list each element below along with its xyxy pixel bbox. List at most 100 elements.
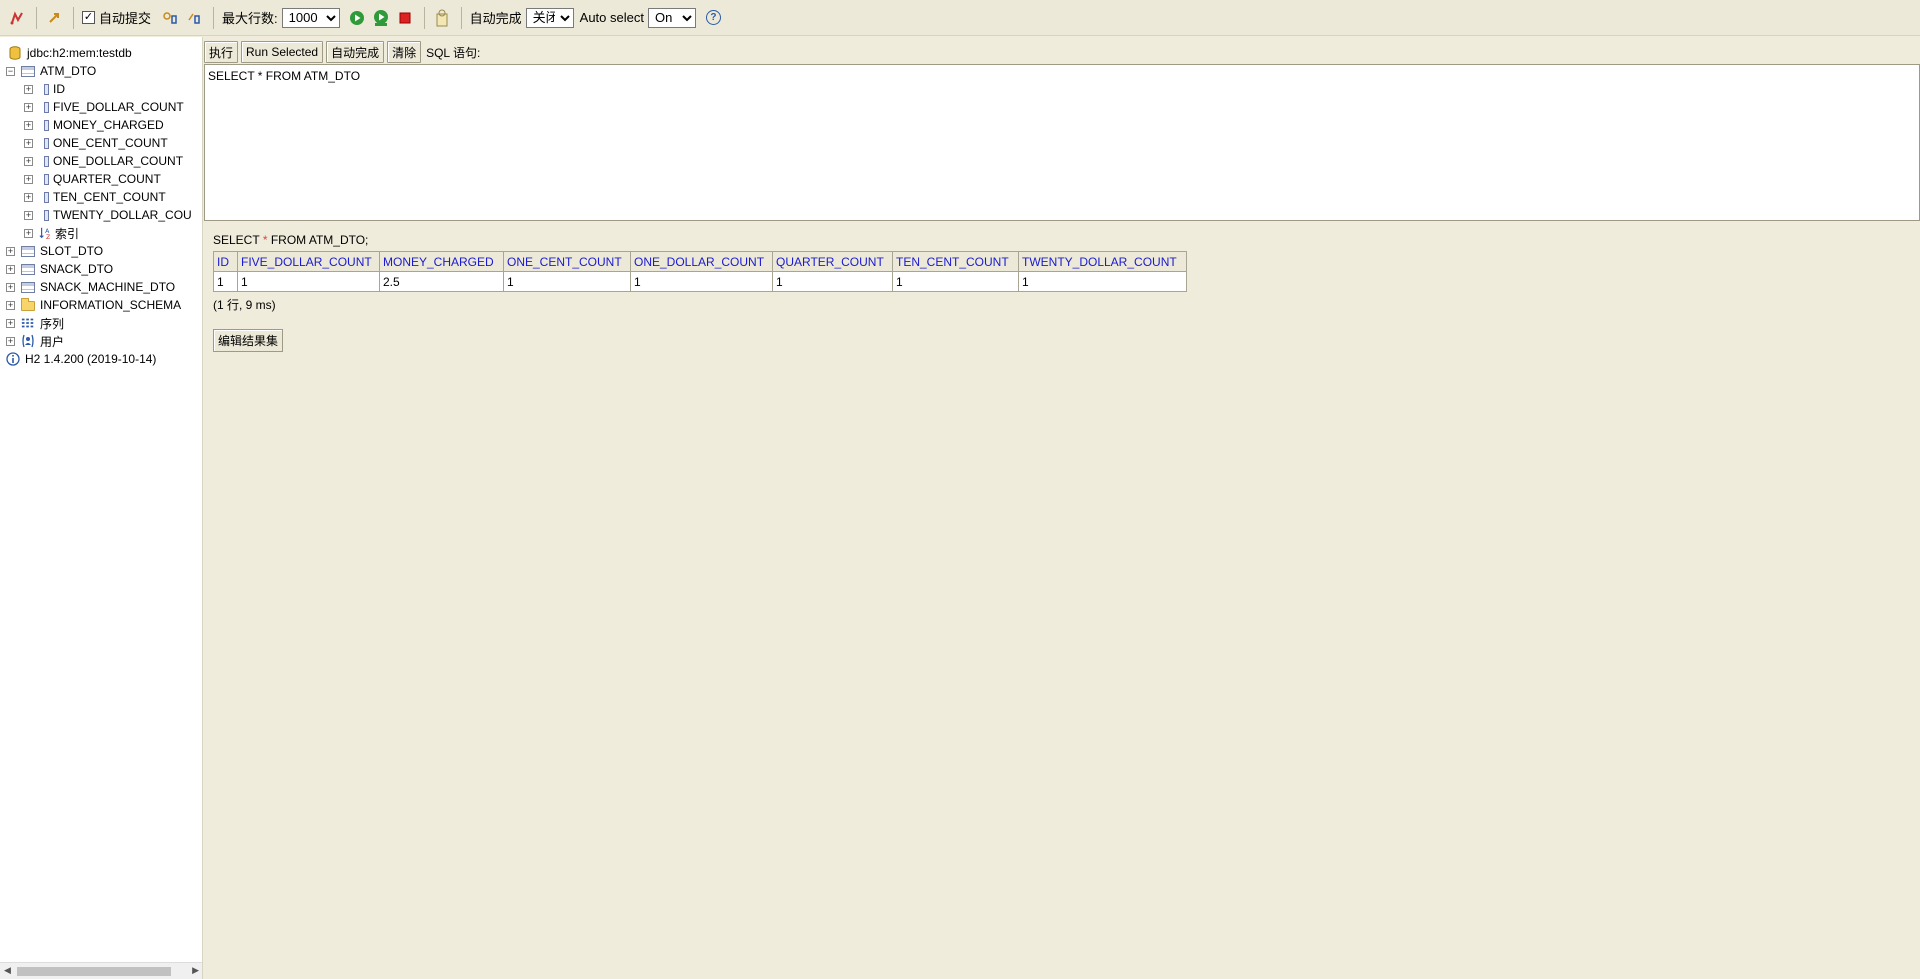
scroll-left-icon[interactable]: ◀ <box>4 965 11 976</box>
tree-indexes[interactable]: + AZ 索引 <box>24 224 79 242</box>
column-label: TWENTY_DOLLAR_COU <box>53 208 192 222</box>
tree-users[interactable]: + 用户 <box>6 332 64 350</box>
table-row: 1 1 2.5 1 1 1 1 1 <box>213 271 1187 292</box>
sql-star: * <box>262 233 268 247</box>
run-selected-icon[interactable] <box>372 9 390 27</box>
result-column-header[interactable]: TWENTY_DOLLAR_COUNT <box>1018 251 1187 272</box>
clear-button[interactable]: 清除 <box>387 41 422 63</box>
tree-information-schema[interactable]: + INFORMATION_SCHEMA <box>6 296 181 314</box>
column-icon <box>44 137 49 149</box>
result-cell: 1 <box>630 271 773 292</box>
schema-label: INFORMATION_SCHEMA <box>40 298 182 312</box>
stop-icon[interactable] <box>396 9 414 27</box>
expand-icon[interactable]: + <box>6 282 15 292</box>
refresh-icon[interactable] <box>45 9 63 27</box>
result-column-header[interactable]: TEN_CENT_COUNT <box>892 251 1019 272</box>
expand-icon[interactable]: + <box>24 210 33 220</box>
history-icon[interactable] <box>433 9 451 27</box>
toolbar-divider <box>460 6 462 29</box>
autocommit-toggle[interactable]: ✓ 自动提交 <box>82 8 155 27</box>
users-icon <box>21 334 35 348</box>
info-icon <box>6 352 20 366</box>
expand-icon[interactable]: + <box>24 192 33 202</box>
tree-table-slot-dto[interactable]: + SLOT_DTO <box>6 242 103 260</box>
tree-column-id[interactable]: + ID <box>24 80 65 98</box>
autocomplete-button[interactable]: 自动完成 <box>326 41 385 63</box>
toolbar-divider <box>73 6 74 29</box>
column-icon <box>44 209 49 221</box>
commit-icon[interactable] <box>185 9 203 27</box>
tree-column-one-dollar-count[interactable]: + ONE_DOLLAR_COUNT <box>24 152 183 170</box>
autocommit-checkbox[interactable]: ✓ <box>82 11 95 24</box>
tree-column-money-charged[interactable]: + MONEY_CHARGED <box>24 116 164 134</box>
sql-statement-label: SQL 语句: <box>426 45 481 60</box>
max-rows-select[interactable]: 1000 <box>281 7 340 28</box>
scroll-right-icon[interactable]: ▶ <box>192 965 199 976</box>
indexes-label: 索引 <box>55 226 80 241</box>
tree-column-quarter-count[interactable]: + QUARTER_COUNT <box>24 170 161 188</box>
column-label: FIVE_DOLLAR_COUNT <box>53 100 184 114</box>
expand-icon[interactable]: + <box>24 138 33 148</box>
result-column-header[interactable]: FIVE_DOLLAR_COUNT <box>237 251 380 272</box>
expand-icon[interactable]: + <box>6 264 15 274</box>
sequence-icon <box>21 316 35 330</box>
tree-table-atm-dto[interactable]: − ATM_DTO <box>6 62 96 80</box>
column-icon <box>44 155 49 167</box>
table-label: SNACK_DTO <box>40 262 114 276</box>
svg-text:Z: Z <box>46 234 50 241</box>
sidebar-horizontal-scrollbar[interactable]: ◀ ▶ <box>0 962 202 979</box>
tree-table-snack-machine-dto[interactable]: + SNACK_MACHINE_DTO <box>6 278 175 296</box>
column-label: ONE_DOLLAR_COUNT <box>53 154 184 168</box>
query-toolbar: 执行 Run Selected 自动完成 清除 SQL 语句: <box>204 40 480 64</box>
autocommit-label: 自动提交 <box>99 11 152 26</box>
result-header-row: ID FIVE_DOLLAR_COUNT MONEY_CHARGED ONE_C… <box>213 251 1187 272</box>
index-icon: AZ <box>39 226 53 241</box>
expand-icon[interactable]: + <box>24 228 33 238</box>
run-selected-button[interactable]: Run Selected <box>241 41 324 63</box>
table-label: ATM_DTO <box>40 64 97 78</box>
expand-icon[interactable]: + <box>24 102 33 112</box>
table-icon <box>21 280 35 294</box>
table-icon <box>21 244 35 258</box>
tree-column-ten-cent-count[interactable]: + TEN_CENT_COUNT <box>24 188 166 206</box>
expand-icon[interactable]: + <box>6 300 15 310</box>
table-label: SNACK_MACHINE_DTO <box>40 280 176 294</box>
expand-icon[interactable]: + <box>24 84 33 94</box>
folder-icon <box>21 298 35 312</box>
result-column-header[interactable]: ID <box>213 251 238 272</box>
toolbar-divider <box>213 6 215 29</box>
expand-icon[interactable]: + <box>6 246 15 256</box>
expand-icon[interactable]: + <box>6 336 15 346</box>
disconnect-icon[interactable] <box>8 9 26 27</box>
expand-icon[interactable]: + <box>24 156 33 166</box>
help-icon[interactable]: ? <box>705 10 721 25</box>
expand-icon[interactable]: + <box>24 120 33 130</box>
edit-result-set-button[interactable]: 编辑结果集 <box>213 329 284 352</box>
sql-from: FROM ATM_DTO; <box>270 233 369 247</box>
tree-connection[interactable]: jdbc:h2:mem:testdb <box>8 44 132 62</box>
table-icon <box>21 64 35 78</box>
column-label: ONE_CENT_COUNT <box>53 136 168 150</box>
sql-editor[interactable]: SELECT * FROM ATM_DTO <box>204 64 1920 221</box>
tree-column-twenty-dollar-count[interactable]: + TWENTY_DOLLAR_COU <box>24 206 192 224</box>
tree-column-five-dollar-count[interactable]: + FIVE_DOLLAR_COUNT <box>24 98 184 116</box>
auto-select-select[interactable]: On <box>647 7 696 28</box>
result-column-header[interactable]: QUARTER_COUNT <box>772 251 893 272</box>
tree-table-snack-dto[interactable]: + SNACK_DTO <box>6 260 113 278</box>
result-cell: 1 <box>213 271 238 292</box>
run-icon[interactable] <box>348 9 366 27</box>
rollback-icon[interactable] <box>161 9 179 27</box>
result-column-header[interactable]: ONE_CENT_COUNT <box>503 251 631 272</box>
scrollbar-thumb[interactable] <box>17 967 171 976</box>
result-column-header[interactable]: ONE_DOLLAR_COUNT <box>630 251 773 272</box>
collapse-icon[interactable]: − <box>6 66 15 76</box>
toolbar: ✓ 自动提交 最大行数: 1000 自动完成 关闭 Auto select On… <box>0 0 1920 36</box>
autocomplete-select[interactable]: 关闭 <box>525 7 574 28</box>
column-label: MONEY_CHARGED <box>53 118 164 132</box>
result-column-header[interactable]: MONEY_CHARGED <box>379 251 504 272</box>
tree-column-one-cent-count[interactable]: + ONE_CENT_COUNT <box>24 134 168 152</box>
run-button[interactable]: 执行 <box>204 41 239 63</box>
expand-icon[interactable]: + <box>6 318 15 328</box>
expand-icon[interactable]: + <box>24 174 33 184</box>
tree-sequences[interactable]: + 序列 <box>6 314 64 332</box>
